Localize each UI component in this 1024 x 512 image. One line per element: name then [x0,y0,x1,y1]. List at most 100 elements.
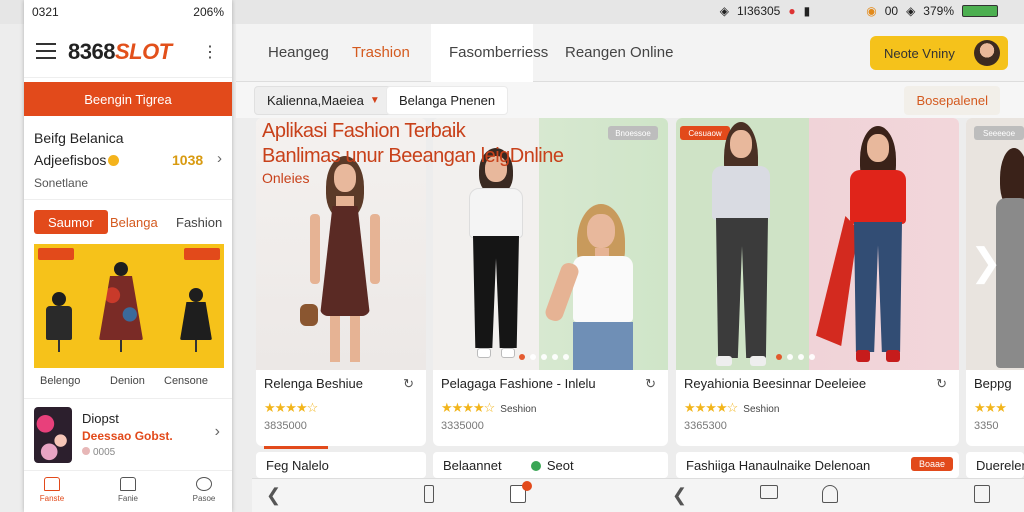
nav-item-0[interactable]: Heangeg [268,44,329,61]
chevron-down-icon: ▼ [369,95,380,106]
category-dropdown[interactable]: Kalienna,Maeiea ▼ [254,86,393,115]
nav-store[interactable]: Fanie [108,477,148,503]
phone-battery: 206% [193,5,224,19]
points-value: 1038 [172,152,204,168]
cart-icon[interactable]: ↻ [645,376,656,392]
coin-icon [108,155,120,166]
list-item[interactable]: Diopst Deessao Gobst. 0005 › [24,398,232,470]
battery-icon [962,5,998,17]
document-icon[interactable] [974,485,990,503]
category-labels: Belengo Denion Censone [24,372,232,392]
list-item-label: Fashiiga Hanaulnaike Delenoan [686,458,871,473]
alert-icon: ● [788,4,796,18]
app-badge-icon: ◉ [866,4,877,18]
model-figure [690,122,790,368]
list-item[interactable]: Belaannet Seot [433,452,668,478]
headline-line-3: Onleies [262,170,310,186]
notification-dot [522,481,532,491]
bag-icon-2[interactable] [822,485,838,503]
nav-home-label: Fanste [39,494,65,503]
chevron-right-icon[interactable]: › [217,150,222,167]
list-item-badge: Boaae [910,457,953,471]
mannequin [176,288,216,352]
headline-line-2: Banlimas unur Beeangan leigDnline [262,145,564,167]
mannequin [44,292,74,352]
card-price: 3365300 [684,420,727,432]
phone-time: 0321 [32,5,59,19]
nav-item-1[interactable]: Trashion [352,44,410,61]
chevron-right-icon[interactable]: ❯ [970,240,1002,285]
product-qty: 0005 [82,447,115,458]
list-item[interactable]: Fashiiga Hanaulnaike Delenoan Boaae [676,452,959,478]
logo[interactable]: 8368SLOT [68,39,172,65]
phone-bottom-nav: Fanste Fanie Pasoe [24,470,232,512]
cart-icon[interactable]: ↻ [403,376,414,392]
model-figure [816,126,936,366]
avatar [974,40,1000,66]
hero-headline: Aplikasi Fashion Terbaik Banlimas unur B… [262,120,642,186]
nav-item-3[interactable]: Reangen Online [565,44,673,61]
phone-banner[interactable]: Beengin Tigrea [24,82,232,116]
phone-frame: 0321 206% 8368SLOT ⋮ Beengin Tigrea Beif… [24,0,232,512]
top-navigation: Heangeg Trashion Fasomberriess Reangen O… [236,24,1024,82]
folder-icon[interactable] [760,485,778,499]
card-title: Reyahionia Beesinnar Deeleiee [684,376,867,391]
phone-status-bar: 0321 206% [24,0,232,24]
more-icon[interactable]: ⋮ [202,42,218,62]
account-line-1: Beifg Belanica [34,130,124,146]
card-title: Pelagaga Fashione - Inlelu [441,376,596,391]
carousel-dots[interactable] [776,354,815,360]
promo-banner[interactable] [34,244,224,368]
product-image: Cesuaow [676,118,959,370]
nav-store-label: Fanie [117,494,138,503]
model-figure [300,156,390,366]
product-price: Deessao Gobst. [82,429,173,443]
tab-2[interactable]: Fashion [162,210,236,234]
product-name: Diopst [82,411,119,426]
category-2[interactable]: Censone [164,375,208,387]
bottom-navigation: ❮ ❮ [252,478,1024,512]
filter-bar: Kalienna,Maeiea ▼ Belanga Pnenen Bosepal… [236,82,1024,118]
list-item[interactable]: Duerelen [966,452,1024,478]
filter-chip[interactable]: Belanga Pnenen [386,86,509,115]
promo-tag [184,248,220,260]
account-summary[interactable]: Beifg Belanica Adjeefisbos 1038 › Sonetl… [24,120,232,200]
battery-low-icon: ▮ [803,4,811,18]
back-icon[interactable]: ❮ [266,485,281,506]
share-icon[interactable] [424,485,434,503]
list-item[interactable]: Feg Nalelo [256,452,426,478]
rating-stars: ★★★★☆ Seshion [441,400,537,415]
list-item-label: Belaannet [443,458,502,473]
menu-icon[interactable] [36,43,56,59]
profile-name: Neote Vniny [884,45,955,61]
rating-stars: ★★★ [974,400,1007,415]
carousel-dots[interactable] [519,354,569,360]
category-0[interactable]: Belengo [40,375,80,387]
rating-label: Seshion [743,404,780,415]
nav-profile[interactable]: Pasoe [184,477,224,503]
phone-tabs: Saumor Belanga Fashion [24,208,232,236]
category-1[interactable]: Denion [110,375,145,387]
card-title: Relenga Beshiue [264,376,364,391]
logo-slot: SLOT [114,39,172,64]
card-price: 3335000 [441,420,484,432]
filter-chip-accent[interactable]: Bosepalenel [904,86,1000,115]
product-card[interactable]: Cesuaow Reyahionia Beesinnar Deeleiee ↻ … [676,118,959,446]
card-title: Beppg [974,376,1012,391]
nav-item-2[interactable]: Fasomberriess [449,44,548,61]
profile-button[interactable]: Neote Vniny [870,36,1008,70]
store-icon [120,477,136,491]
card-price: 3835000 [264,420,307,432]
status-time: 1I36305 [736,4,781,18]
account-line-2-text: Adjeefisbos [34,152,107,168]
nav-home[interactable]: Fanste [32,477,72,503]
cart-icon[interactable]: ↻ [936,376,947,392]
back-icon-2[interactable]: ❮ [672,485,687,506]
signal-text: 00 [884,4,899,18]
chevron-right-icon[interactable]: › [215,423,220,441]
wifi-icon: ◈ [719,4,729,18]
profile-icon [196,477,212,491]
product-qty-text: 0005 [93,447,116,458]
tab-1[interactable]: Belanga [96,210,172,234]
promo-tag [38,248,74,260]
